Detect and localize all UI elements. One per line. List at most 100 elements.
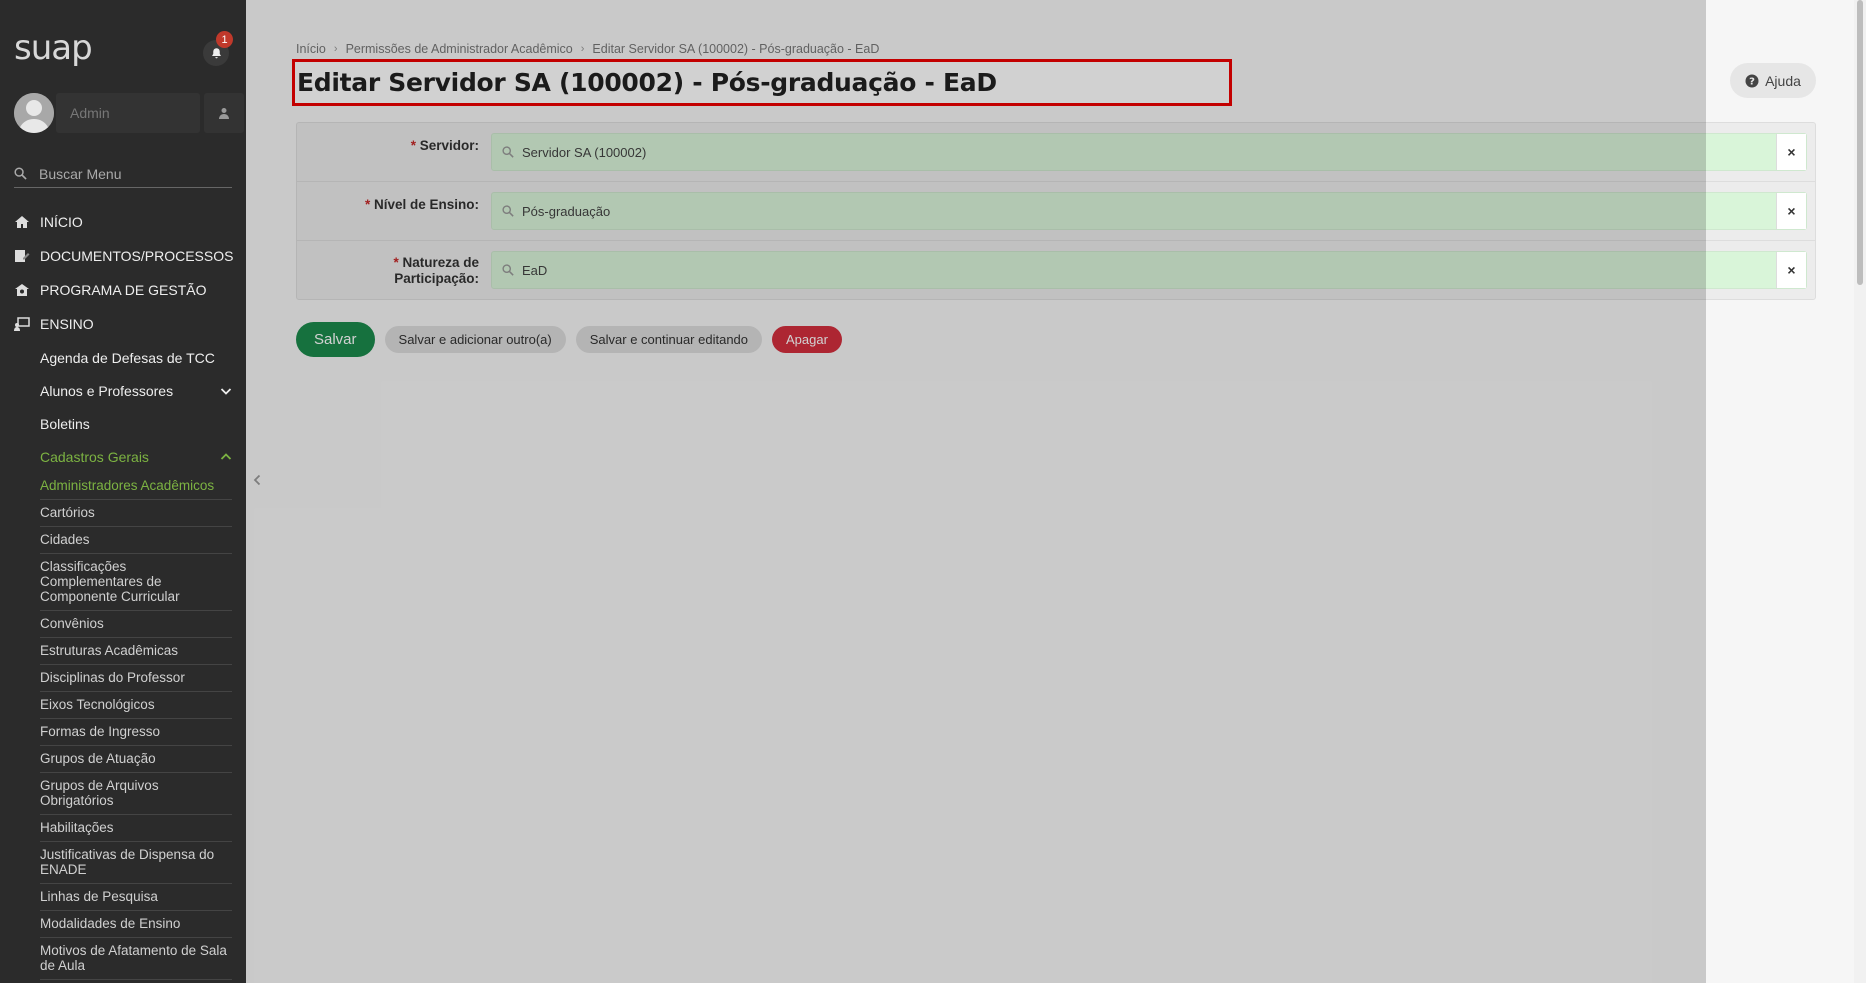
nivel-ensino-value: Pós-graduação bbox=[522, 203, 611, 219]
main-content: Início › Permissões de Administrador Aca… bbox=[246, 0, 1866, 983]
page-title: Editar Servidor SA (100002) - Pós-gradua… bbox=[297, 68, 997, 97]
servidor-value: Servidor SA (100002) bbox=[522, 144, 647, 160]
notification-badge: 1 bbox=[216, 31, 233, 48]
form-row-natureza: * Natureza de Participação: EaD × bbox=[297, 241, 1815, 300]
delete-button[interactable]: Apagar bbox=[772, 326, 842, 353]
collapse-sidebar-button[interactable] bbox=[246, 470, 268, 490]
search-icon bbox=[502, 146, 514, 158]
svg-text:?: ? bbox=[1749, 76, 1755, 87]
sidebar-item-label: Alunos e Professores bbox=[40, 382, 174, 399]
sidebar-item-estruturas-academicas[interactable]: Estruturas Acadêmicas bbox=[40, 638, 232, 665]
bell-icon bbox=[211, 47, 221, 58]
breadcrumb-separator: › bbox=[580, 43, 585, 55]
nivel-label-text: Nível de Ensino: bbox=[373, 197, 479, 212]
sidebar-item-grupos-atuacao[interactable]: Grupos de Atuação bbox=[40, 746, 232, 773]
sidebar-item-disciplinas-professor[interactable]: Disciplinas do Professor bbox=[40, 665, 232, 692]
sidebar-item-label: Agenda de Defesas de TCC bbox=[40, 349, 215, 366]
home-icon bbox=[15, 216, 29, 228]
sidebar-item-cadastros-gerais[interactable]: Cadastros Gerais bbox=[40, 440, 232, 473]
question-circle-icon: ? bbox=[1745, 74, 1759, 87]
breadcrumb-item-current: Editar Servidor SA (100002) - Pós-gradua… bbox=[592, 42, 880, 56]
servidor-field[interactable]: Servidor SA (100002) × bbox=[491, 133, 1807, 171]
form-row-nivel-ensino: * Nível de Ensino: Pós-graduação × bbox=[297, 182, 1815, 241]
clear-nivel-button[interactable]: × bbox=[1776, 193, 1806, 229]
user-profile-button[interactable] bbox=[204, 93, 244, 133]
save-continue-button[interactable]: Salvar e continuar editando bbox=[575, 326, 763, 353]
chevron-down-icon bbox=[220, 387, 232, 395]
sidebar-item-administradores-academicos[interactable]: Administradores Acadêmicos bbox=[40, 473, 232, 500]
help-button[interactable]: ? Ajuda bbox=[1730, 63, 1816, 98]
nivel-label: * Nível de Ensino: bbox=[297, 197, 479, 213]
sidebar-item-grupos-arquivos[interactable]: Grupos de Arquivos Obrigatórios bbox=[40, 773, 232, 815]
search-icon bbox=[502, 205, 514, 217]
sidebar-item-formas-ingresso[interactable]: Formas de Ingresso bbox=[40, 719, 232, 746]
sidebar-item-habilitacoes[interactable]: Habilitações bbox=[40, 815, 232, 842]
help-label: Ajuda bbox=[1765, 72, 1801, 89]
natureza-field[interactable]: EaD × bbox=[491, 251, 1807, 289]
sidebar-item-convenios[interactable]: Convênios bbox=[40, 611, 232, 638]
breadcrumb-item-permissoes[interactable]: Permissões de Administrador Acadêmico bbox=[346, 42, 573, 56]
natureza-value: EaD bbox=[522, 262, 548, 278]
page-title-highlight: Editar Servidor SA (100002) - Pós-gradua… bbox=[292, 59, 1232, 106]
search-icon bbox=[502, 264, 514, 276]
edit-form: * Servidor: Servidor SA (100002) × * Nív… bbox=[296, 122, 1816, 300]
sidebar-item-agenda-tcc[interactable]: Agenda de Defesas de TCC bbox=[40, 341, 232, 374]
natureza-label-line1: Natureza de bbox=[402, 255, 479, 270]
natureza-label: * Natureza de Participação: bbox=[297, 255, 479, 287]
user-silhouette-icon bbox=[14, 93, 54, 133]
sidebar-item-classificacoes[interactable]: Classificações Complementares de Compone… bbox=[40, 554, 232, 611]
sidebar-item-alunos-professores[interactable]: Alunos e Professores bbox=[40, 374, 232, 407]
servidor-label-text: Servidor: bbox=[419, 138, 479, 153]
scrollbar-thumb[interactable] bbox=[1857, 0, 1863, 285]
sidebar-item-label: PROGRAMA DE GESTÃO bbox=[40, 282, 207, 298]
chevron-left-icon bbox=[253, 474, 261, 486]
sidebar-item-documentos[interactable]: DOCUMENTOS/PROCESSOS bbox=[0, 239, 246, 273]
sidebar-item-cidades[interactable]: Cidades bbox=[40, 527, 232, 554]
nivel-ensino-field[interactable]: Pós-graduação × bbox=[491, 192, 1807, 230]
servidor-label: * Servidor: bbox=[297, 138, 479, 154]
teaching-icon bbox=[14, 317, 30, 331]
sidebar-item-label: DOCUMENTOS/PROCESSOS bbox=[40, 248, 234, 264]
clear-natureza-button[interactable]: × bbox=[1776, 252, 1806, 288]
form-actions: Salvar Salvar e adicionar outro(a) Salva… bbox=[296, 322, 842, 357]
save-add-another-button[interactable]: Salvar e adicionar outro(a) bbox=[384, 326, 566, 353]
natureza-label-line2: Participação: bbox=[394, 271, 479, 286]
sidebar-item-label: Boletins bbox=[40, 415, 90, 432]
sidebar-item-programa-gestao[interactable]: PROGRAMA DE GESTÃO bbox=[0, 273, 246, 307]
sidebar-item-boletins[interactable]: Boletins bbox=[40, 407, 232, 440]
user-name[interactable]: Admin bbox=[56, 93, 200, 133]
sidebar-item-label: ENSINO bbox=[40, 316, 94, 332]
page-scrollbar[interactable] bbox=[1854, 0, 1866, 983]
breadcrumb-separator: › bbox=[333, 43, 338, 55]
required-mark: * bbox=[364, 197, 371, 212]
sidebar-item-eixos-tecnologicos[interactable]: Eixos Tecnológicos bbox=[40, 692, 232, 719]
suap-logo[interactable]: suap bbox=[14, 28, 93, 68]
sidebar-item-label: INÍCIO bbox=[40, 214, 83, 230]
sidebar-item-inicio[interactable]: INÍCIO bbox=[0, 205, 246, 239]
breadcrumb: Início › Permissões de Administrador Aca… bbox=[296, 42, 879, 56]
user-icon bbox=[219, 108, 229, 119]
sidebar: suap 1 Admin INÍCIO DOCUMENTOS/PROCESSOS… bbox=[0, 0, 246, 983]
form-row-servidor: * Servidor: Servidor SA (100002) × bbox=[297, 123, 1815, 182]
clear-servidor-button[interactable]: × bbox=[1776, 134, 1806, 170]
sidebar-item-cartorios[interactable]: Cartórios bbox=[40, 500, 232, 527]
search-icon bbox=[14, 167, 27, 180]
user-row: Admin bbox=[14, 93, 244, 133]
required-mark: * bbox=[410, 138, 416, 153]
chevron-up-icon bbox=[220, 452, 232, 460]
sidebar-item-modalidades-ensino[interactable]: Modalidades de Ensino bbox=[40, 911, 232, 938]
management-icon bbox=[15, 284, 29, 296]
breadcrumb-item-inicio[interactable]: Início bbox=[296, 42, 326, 56]
save-button[interactable]: Salvar bbox=[296, 322, 375, 357]
sidebar-item-justificativas-enade[interactable]: Justificativas de Dispensa do ENADE bbox=[40, 842, 232, 884]
sidebar-nav: INÍCIO DOCUMENTOS/PROCESSOS PROGRAMA DE … bbox=[0, 205, 246, 980]
sidebar-item-ensino[interactable]: ENSINO bbox=[0, 307, 246, 341]
sidebar-item-linhas-pesquisa[interactable]: Linhas de Pesquisa bbox=[40, 884, 232, 911]
required-mark: * bbox=[393, 255, 399, 270]
menu-search-input[interactable] bbox=[39, 165, 219, 182]
menu-search bbox=[14, 160, 232, 188]
avatar[interactable] bbox=[14, 93, 54, 133]
sidebar-item-label: Cadastros Gerais bbox=[40, 448, 149, 465]
sidebar-item-motivos-afastamento[interactable]: Motivos de Afatamento de Sala de Aula bbox=[40, 938, 232, 980]
document-edit-icon bbox=[15, 250, 30, 262]
